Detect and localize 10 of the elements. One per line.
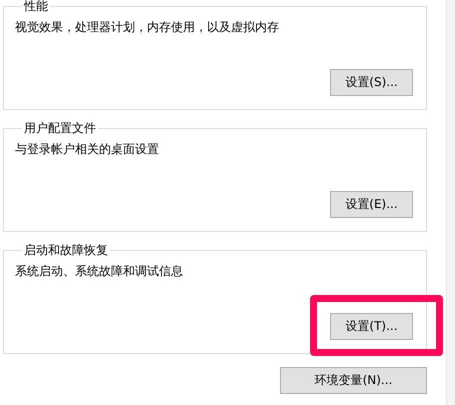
settings-button[interactable]: 设置(T)... — [330, 313, 413, 340]
group-title: 启动和故障恢复 — [23, 244, 109, 257]
settings-button[interactable]: 设置(E)... — [330, 191, 413, 218]
group-title: 性能 — [22, 0, 49, 13]
environment-variables-button[interactable]: 环境变量(N)... — [280, 367, 427, 394]
group-description: 系统启动、系统故障和调试信息 — [15, 263, 184, 279]
group-description: 与登录帐户相关的桌面设置 — [15, 141, 160, 157]
group-title: 用户配置文件 — [23, 122, 97, 135]
settings-button[interactable]: 设置(S)... — [330, 69, 413, 96]
group-description: 视觉效果，处理器计划，内存使用，以及虚拟内存 — [15, 19, 280, 35]
